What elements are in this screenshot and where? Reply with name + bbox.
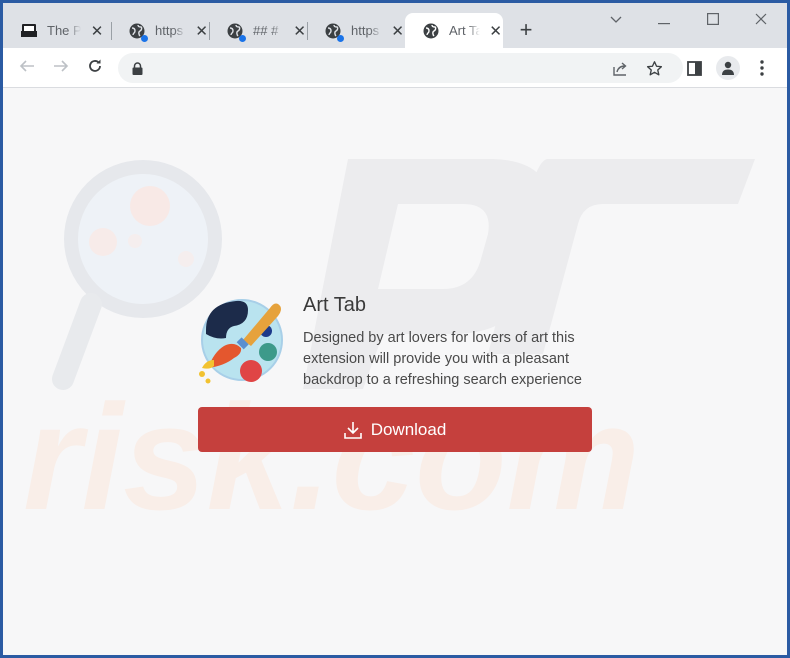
maximize-button[interactable] [698,11,728,31]
browser-window: The P ✕ https ✕ ## # ✕ https ✕ Art Ta ✕ … [3,3,787,655]
download-icon [343,421,362,439]
side-panel-icon[interactable] [685,59,703,77]
tab-1[interactable]: The P ✕ [3,13,112,48]
notification-dot [337,34,344,42]
magnifier-watermark-icon [52,160,222,390]
tab-close-button[interactable]: ✕ [488,23,503,40]
forward-icon [53,58,69,79]
back-button[interactable] [15,56,39,80]
tab-3[interactable]: ## # ✕ [209,13,308,48]
minimize-icon [658,12,670,30]
risk-watermark-text: risk.com [23,373,640,541]
notification-dot [239,34,246,42]
tab-title: The P [47,23,81,38]
download-button[interactable]: Download [198,407,592,452]
tab-title: ## # [253,23,279,38]
extension-title: Art Tab [303,294,366,316]
notification-dot [141,34,148,42]
tab-search-button[interactable] [601,11,631,31]
tab-close-button[interactable]: ✕ [194,23,209,40]
forward-button[interactable] [49,56,73,80]
close-icon [755,12,767,30]
url-input[interactable] [154,53,603,83]
bookmark-star-icon[interactable] [645,59,663,77]
tab-5-active[interactable]: Art Ta ✕ [405,13,503,48]
extension-description: Designed by art lovers for lovers of art… [303,330,582,388]
address-bar[interactable] [118,53,683,83]
tab-close-button[interactable]: ✕ [292,23,307,40]
download-button-label: Download [370,419,447,439]
globe-icon [423,23,439,39]
tab-strip: The P ✕ https ✕ ## # ✕ https ✕ Art Ta ✕ … [3,3,787,48]
chevron-down-icon [609,12,623,30]
maximize-icon [707,12,720,30]
page-content: risk.com Art Tab Designed by art lovers … [3,89,787,655]
browser-toolbar [3,48,787,88]
tab-close-button[interactable]: ✕ [390,23,405,40]
share-icon[interactable] [611,59,629,77]
globe-icon [129,23,148,42]
menu-icon[interactable] [755,59,769,77]
pc-monitor-icon [21,23,37,39]
tab-4[interactable]: https ✕ [307,13,405,48]
tab-close-button[interactable]: ✕ [89,23,105,40]
new-tab-button[interactable]: + [515,19,537,42]
back-icon [19,58,35,79]
minimize-button[interactable] [649,11,679,31]
globe-icon [227,23,246,42]
lock-icon[interactable] [130,61,144,75]
paint-palette-brush-icon [196,296,286,386]
reload-icon [87,58,103,79]
reload-button[interactable] [83,56,107,80]
globe-icon [325,23,344,42]
profile-icon[interactable] [716,56,740,80]
close-window-button[interactable] [746,11,776,31]
tab-title: https [351,23,380,38]
tab-2[interactable]: https ✕ [111,13,210,48]
tab-title: https [155,23,184,38]
tab-title: Art Ta [449,23,481,38]
